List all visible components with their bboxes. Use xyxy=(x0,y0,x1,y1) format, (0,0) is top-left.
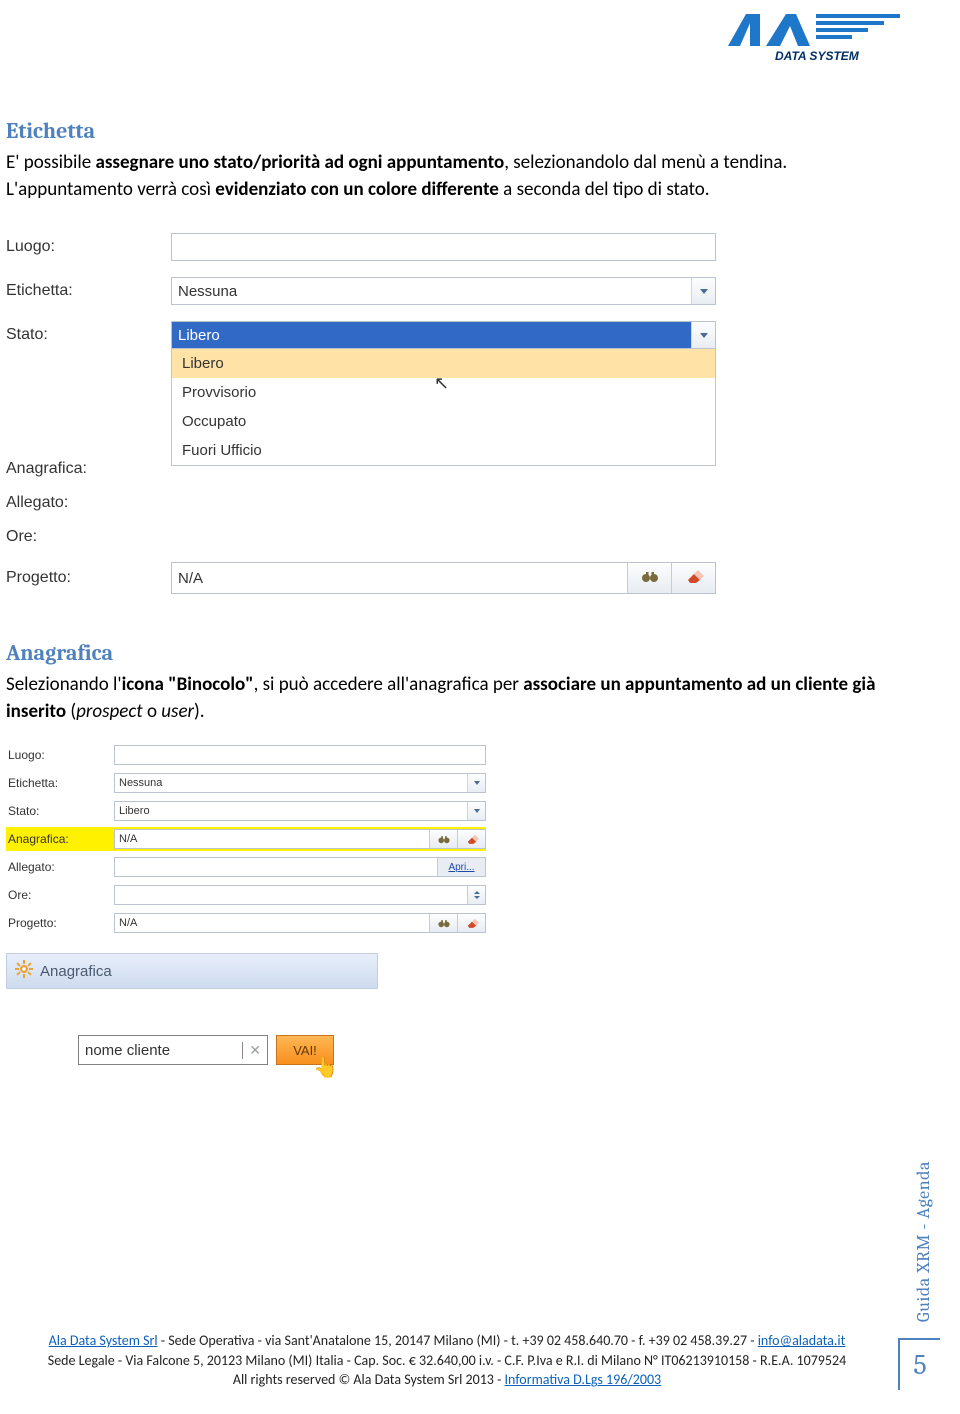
allegato-label-2: Allegato: xyxy=(6,860,114,874)
brand-logo: DATA SYSTEM xyxy=(720,8,902,68)
dropdown-arrow-icon[interactable] xyxy=(467,774,485,792)
footer: Ala Data System Srl - Sede Operativa - v… xyxy=(24,1331,870,1390)
etichetta-combo-2[interactable]: Nessuna xyxy=(114,773,486,793)
binoculars-icon[interactable] xyxy=(627,563,671,593)
gear-icon xyxy=(15,960,33,982)
luogo-input[interactable] xyxy=(171,233,716,261)
anagrafica-search-row: nome cliente ✕ VAI! 👆 xyxy=(78,1035,334,1065)
anagrafica-label-2: Anagrafica: xyxy=(6,832,114,846)
side-caption: Guida XRM - Agenda xyxy=(913,1161,934,1322)
stato-dropdown-panel: Libero Provvisorio Occupato Fuori Uffici… xyxy=(171,349,716,466)
apri-link[interactable]: Apri... xyxy=(437,858,485,876)
ore-label-2: Ore: xyxy=(6,888,114,902)
search-input-value: nome cliente xyxy=(85,1042,243,1059)
dropdown-arrow-icon[interactable] xyxy=(467,802,485,820)
stato-option-provvisorio[interactable]: Provvisorio xyxy=(172,378,715,407)
clear-icon[interactable]: ✕ xyxy=(249,1042,261,1059)
stato-option-libero[interactable]: Libero xyxy=(172,349,715,378)
stato-option-fuori-ufficio[interactable]: Fuori Ufficio xyxy=(172,436,715,465)
stato-label-2: Stato: xyxy=(6,804,114,818)
ore-label: Ore: xyxy=(6,528,171,546)
progetto-label-2: Progetto: xyxy=(6,916,114,930)
eraser-icon[interactable] xyxy=(457,830,485,848)
luogo-input-2[interactable] xyxy=(114,745,486,765)
progetto-label: Progetto: xyxy=(6,569,171,587)
etichetta-combo[interactable]: Nessuna xyxy=(171,277,716,305)
anagrafica-panel-title: Anagrafica xyxy=(40,963,112,980)
footer-email-link[interactable]: info@aladata.it xyxy=(758,1332,846,1349)
binoculars-icon[interactable] xyxy=(429,914,457,932)
spinner-up-icon[interactable] xyxy=(474,891,480,894)
spinner-down-icon[interactable] xyxy=(474,896,480,899)
client-search-input[interactable]: nome cliente ✕ xyxy=(78,1035,268,1065)
spinner-buttons[interactable] xyxy=(467,886,485,904)
anagrafica-description: Selezionando l'icona "Binocolo", si può … xyxy=(6,672,880,725)
ore-spinner[interactable] xyxy=(114,885,486,905)
footer-company: Ala Data System Srl xyxy=(49,1332,158,1349)
luogo-label: Luogo: xyxy=(6,238,171,256)
binoculars-icon[interactable] xyxy=(429,830,457,848)
allegato-label: Allegato: xyxy=(6,494,171,512)
stato-combo[interactable]: Libero xyxy=(171,321,716,349)
page-number: 5 xyxy=(898,1338,940,1390)
allegato-box[interactable]: Apri... xyxy=(114,857,486,877)
luogo-label-2: Luogo: xyxy=(6,748,114,762)
stato-option-occupato[interactable]: Occupato xyxy=(172,407,715,436)
footer-privacy-link[interactable]: Informativa D.Lgs 196/2003 xyxy=(505,1371,662,1388)
stato-value: Libero xyxy=(172,322,691,348)
progetto-lookup-2[interactable]: N/A xyxy=(114,913,486,933)
vai-button[interactable]: VAI! xyxy=(276,1035,334,1065)
heading-etichetta: Etichetta xyxy=(6,118,880,144)
eraser-icon[interactable] xyxy=(671,563,715,593)
anagrafica-panel-header: Anagrafica xyxy=(6,953,378,989)
etichetta-form: Luogo: Etichetta: Nessuna Stato: Libero … xyxy=(6,233,716,594)
eraser-icon[interactable] xyxy=(457,914,485,932)
progetto-lookup[interactable]: N/A xyxy=(171,562,716,594)
svg-text:DATA SYSTEM: DATA SYSTEM xyxy=(775,49,860,63)
progetto-value: N/A xyxy=(172,563,627,593)
etichetta-value: Nessuna xyxy=(172,278,691,304)
anagrafica-label: Anagrafica: xyxy=(6,460,171,478)
footer-legal: Sede Legale - Via Falcone 5, 20123 Milan… xyxy=(24,1351,870,1371)
dropdown-arrow-icon[interactable] xyxy=(691,322,715,348)
etichetta-label-2: Etichetta: xyxy=(6,776,114,790)
dropdown-arrow-icon[interactable] xyxy=(691,278,715,304)
stato-label: Stato: xyxy=(6,326,171,344)
etichetta-description: E' possibile assegnare uno stato/priorit… xyxy=(6,150,880,203)
anagrafica-lookup[interactable]: N/A xyxy=(114,829,486,849)
heading-anagrafica: Anagrafica xyxy=(6,640,880,666)
etichetta-label: Etichetta: xyxy=(6,282,171,300)
anagrafica-form: Luogo: Etichetta: Nessuna Stato: Libero … xyxy=(6,743,486,935)
stato-combo-2[interactable]: Libero xyxy=(114,801,486,821)
